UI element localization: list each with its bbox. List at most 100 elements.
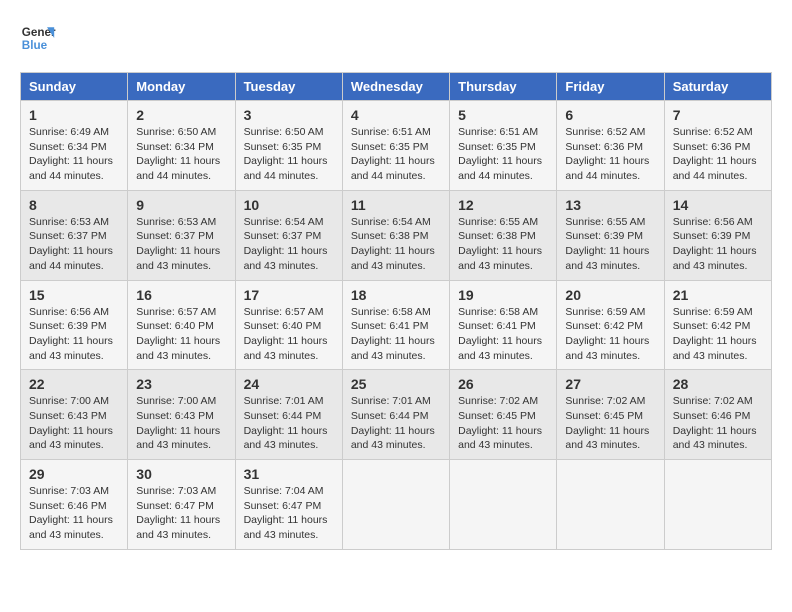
cell-info: Sunrise: 6:49 AM Sunset: 6:34 PM Dayligh… <box>29 125 119 184</box>
logo: General Blue <box>20 20 56 56</box>
day-header-thursday: Thursday <box>450 73 557 101</box>
calendar-cell: 20 Sunrise: 6:59 AM Sunset: 6:42 PM Dayl… <box>557 280 664 370</box>
cell-info: Sunrise: 7:02 AM Sunset: 6:45 PM Dayligh… <box>458 394 548 453</box>
calendar-cell: 15 Sunrise: 6:56 AM Sunset: 6:39 PM Dayl… <box>21 280 128 370</box>
day-number: 13 <box>565 197 655 213</box>
cell-info: Sunrise: 6:51 AM Sunset: 6:35 PM Dayligh… <box>351 125 441 184</box>
day-header-monday: Monday <box>128 73 235 101</box>
cell-info: Sunrise: 7:01 AM Sunset: 6:44 PM Dayligh… <box>244 394 334 453</box>
calendar-cell: 6 Sunrise: 6:52 AM Sunset: 6:36 PM Dayli… <box>557 101 664 191</box>
cell-info: Sunrise: 7:00 AM Sunset: 6:43 PM Dayligh… <box>29 394 119 453</box>
calendar-cell: 19 Sunrise: 6:58 AM Sunset: 6:41 PM Dayl… <box>450 280 557 370</box>
cell-info: Sunrise: 6:51 AM Sunset: 6:35 PM Dayligh… <box>458 125 548 184</box>
calendar-cell: 5 Sunrise: 6:51 AM Sunset: 6:35 PM Dayli… <box>450 101 557 191</box>
cell-info: Sunrise: 6:53 AM Sunset: 6:37 PM Dayligh… <box>29 215 119 274</box>
day-number: 16 <box>136 287 226 303</box>
day-number: 23 <box>136 376 226 392</box>
calendar-cell: 2 Sunrise: 6:50 AM Sunset: 6:34 PM Dayli… <box>128 101 235 191</box>
calendar-week-2: 8 Sunrise: 6:53 AM Sunset: 6:37 PM Dayli… <box>21 190 772 280</box>
calendar-cell: 4 Sunrise: 6:51 AM Sunset: 6:35 PM Dayli… <box>342 101 449 191</box>
cell-info: Sunrise: 6:55 AM Sunset: 6:39 PM Dayligh… <box>565 215 655 274</box>
day-number: 19 <box>458 287 548 303</box>
calendar-cell: 30 Sunrise: 7:03 AM Sunset: 6:47 PM Dayl… <box>128 460 235 550</box>
calendar-cell: 23 Sunrise: 7:00 AM Sunset: 6:43 PM Dayl… <box>128 370 235 460</box>
day-number: 5 <box>458 107 548 123</box>
cell-info: Sunrise: 6:55 AM Sunset: 6:38 PM Dayligh… <box>458 215 548 274</box>
day-header-wednesday: Wednesday <box>342 73 449 101</box>
calendar-cell: 24 Sunrise: 7:01 AM Sunset: 6:44 PM Dayl… <box>235 370 342 460</box>
cell-info: Sunrise: 7:03 AM Sunset: 6:47 PM Dayligh… <box>136 484 226 543</box>
calendar-cell: 17 Sunrise: 6:57 AM Sunset: 6:40 PM Dayl… <box>235 280 342 370</box>
calendar-cell: 18 Sunrise: 6:58 AM Sunset: 6:41 PM Dayl… <box>342 280 449 370</box>
cell-info: Sunrise: 7:02 AM Sunset: 6:46 PM Dayligh… <box>673 394 763 453</box>
calendar-cell: 16 Sunrise: 6:57 AM Sunset: 6:40 PM Dayl… <box>128 280 235 370</box>
day-number: 26 <box>458 376 548 392</box>
calendar-cell <box>342 460 449 550</box>
day-number: 22 <box>29 376 119 392</box>
logo-icon: General Blue <box>20 20 56 56</box>
calendar-week-1: 1 Sunrise: 6:49 AM Sunset: 6:34 PM Dayli… <box>21 101 772 191</box>
calendar-cell: 10 Sunrise: 6:54 AM Sunset: 6:37 PM Dayl… <box>235 190 342 280</box>
calendar-cell: 8 Sunrise: 6:53 AM Sunset: 6:37 PM Dayli… <box>21 190 128 280</box>
calendar-cell: 22 Sunrise: 7:00 AM Sunset: 6:43 PM Dayl… <box>21 370 128 460</box>
cell-info: Sunrise: 6:54 AM Sunset: 6:38 PM Dayligh… <box>351 215 441 274</box>
calendar-week-5: 29 Sunrise: 7:03 AM Sunset: 6:46 PM Dayl… <box>21 460 772 550</box>
cell-info: Sunrise: 7:02 AM Sunset: 6:45 PM Dayligh… <box>565 394 655 453</box>
header-row: SundayMondayTuesdayWednesdayThursdayFrid… <box>21 73 772 101</box>
day-number: 7 <box>673 107 763 123</box>
day-number: 2 <box>136 107 226 123</box>
cell-info: Sunrise: 6:53 AM Sunset: 6:37 PM Dayligh… <box>136 215 226 274</box>
cell-info: Sunrise: 6:59 AM Sunset: 6:42 PM Dayligh… <box>673 305 763 364</box>
calendar-cell: 11 Sunrise: 6:54 AM Sunset: 6:38 PM Dayl… <box>342 190 449 280</box>
day-number: 17 <box>244 287 334 303</box>
calendar-cell: 29 Sunrise: 7:03 AM Sunset: 6:46 PM Dayl… <box>21 460 128 550</box>
calendar-cell: 14 Sunrise: 6:56 AM Sunset: 6:39 PM Dayl… <box>664 190 771 280</box>
day-header-sunday: Sunday <box>21 73 128 101</box>
day-number: 1 <box>29 107 119 123</box>
calendar-cell: 13 Sunrise: 6:55 AM Sunset: 6:39 PM Dayl… <box>557 190 664 280</box>
cell-info: Sunrise: 6:52 AM Sunset: 6:36 PM Dayligh… <box>673 125 763 184</box>
calendar-table: SundayMondayTuesdayWednesdayThursdayFrid… <box>20 72 772 550</box>
day-number: 12 <box>458 197 548 213</box>
day-number: 31 <box>244 466 334 482</box>
day-number: 29 <box>29 466 119 482</box>
calendar-cell <box>557 460 664 550</box>
calendar-cell: 25 Sunrise: 7:01 AM Sunset: 6:44 PM Dayl… <box>342 370 449 460</box>
calendar-cell: 1 Sunrise: 6:49 AM Sunset: 6:34 PM Dayli… <box>21 101 128 191</box>
cell-info: Sunrise: 6:52 AM Sunset: 6:36 PM Dayligh… <box>565 125 655 184</box>
day-number: 15 <box>29 287 119 303</box>
cell-info: Sunrise: 6:58 AM Sunset: 6:41 PM Dayligh… <box>458 305 548 364</box>
day-number: 25 <box>351 376 441 392</box>
cell-info: Sunrise: 7:01 AM Sunset: 6:44 PM Dayligh… <box>351 394 441 453</box>
cell-info: Sunrise: 7:03 AM Sunset: 6:46 PM Dayligh… <box>29 484 119 543</box>
day-number: 8 <box>29 197 119 213</box>
cell-info: Sunrise: 6:50 AM Sunset: 6:34 PM Dayligh… <box>136 125 226 184</box>
day-number: 3 <box>244 107 334 123</box>
page-header: General Blue <box>20 20 772 56</box>
cell-info: Sunrise: 6:57 AM Sunset: 6:40 PM Dayligh… <box>136 305 226 364</box>
cell-info: Sunrise: 7:00 AM Sunset: 6:43 PM Dayligh… <box>136 394 226 453</box>
day-number: 21 <box>673 287 763 303</box>
svg-text:Blue: Blue <box>22 39 48 52</box>
calendar-week-4: 22 Sunrise: 7:00 AM Sunset: 6:43 PM Dayl… <box>21 370 772 460</box>
calendar-cell: 27 Sunrise: 7:02 AM Sunset: 6:45 PM Dayl… <box>557 370 664 460</box>
day-number: 9 <box>136 197 226 213</box>
day-number: 18 <box>351 287 441 303</box>
cell-info: Sunrise: 6:59 AM Sunset: 6:42 PM Dayligh… <box>565 305 655 364</box>
calendar-cell: 3 Sunrise: 6:50 AM Sunset: 6:35 PM Dayli… <box>235 101 342 191</box>
day-number: 6 <box>565 107 655 123</box>
calendar-cell: 12 Sunrise: 6:55 AM Sunset: 6:38 PM Dayl… <box>450 190 557 280</box>
day-header-tuesday: Tuesday <box>235 73 342 101</box>
calendar-week-3: 15 Sunrise: 6:56 AM Sunset: 6:39 PM Dayl… <box>21 280 772 370</box>
calendar-cell: 7 Sunrise: 6:52 AM Sunset: 6:36 PM Dayli… <box>664 101 771 191</box>
calendar-cell: 31 Sunrise: 7:04 AM Sunset: 6:47 PM Dayl… <box>235 460 342 550</box>
day-number: 24 <box>244 376 334 392</box>
day-number: 28 <box>673 376 763 392</box>
day-number: 14 <box>673 197 763 213</box>
calendar-cell <box>664 460 771 550</box>
calendar-cell: 21 Sunrise: 6:59 AM Sunset: 6:42 PM Dayl… <box>664 280 771 370</box>
day-number: 10 <box>244 197 334 213</box>
cell-info: Sunrise: 6:58 AM Sunset: 6:41 PM Dayligh… <box>351 305 441 364</box>
cell-info: Sunrise: 6:57 AM Sunset: 6:40 PM Dayligh… <box>244 305 334 364</box>
day-number: 30 <box>136 466 226 482</box>
